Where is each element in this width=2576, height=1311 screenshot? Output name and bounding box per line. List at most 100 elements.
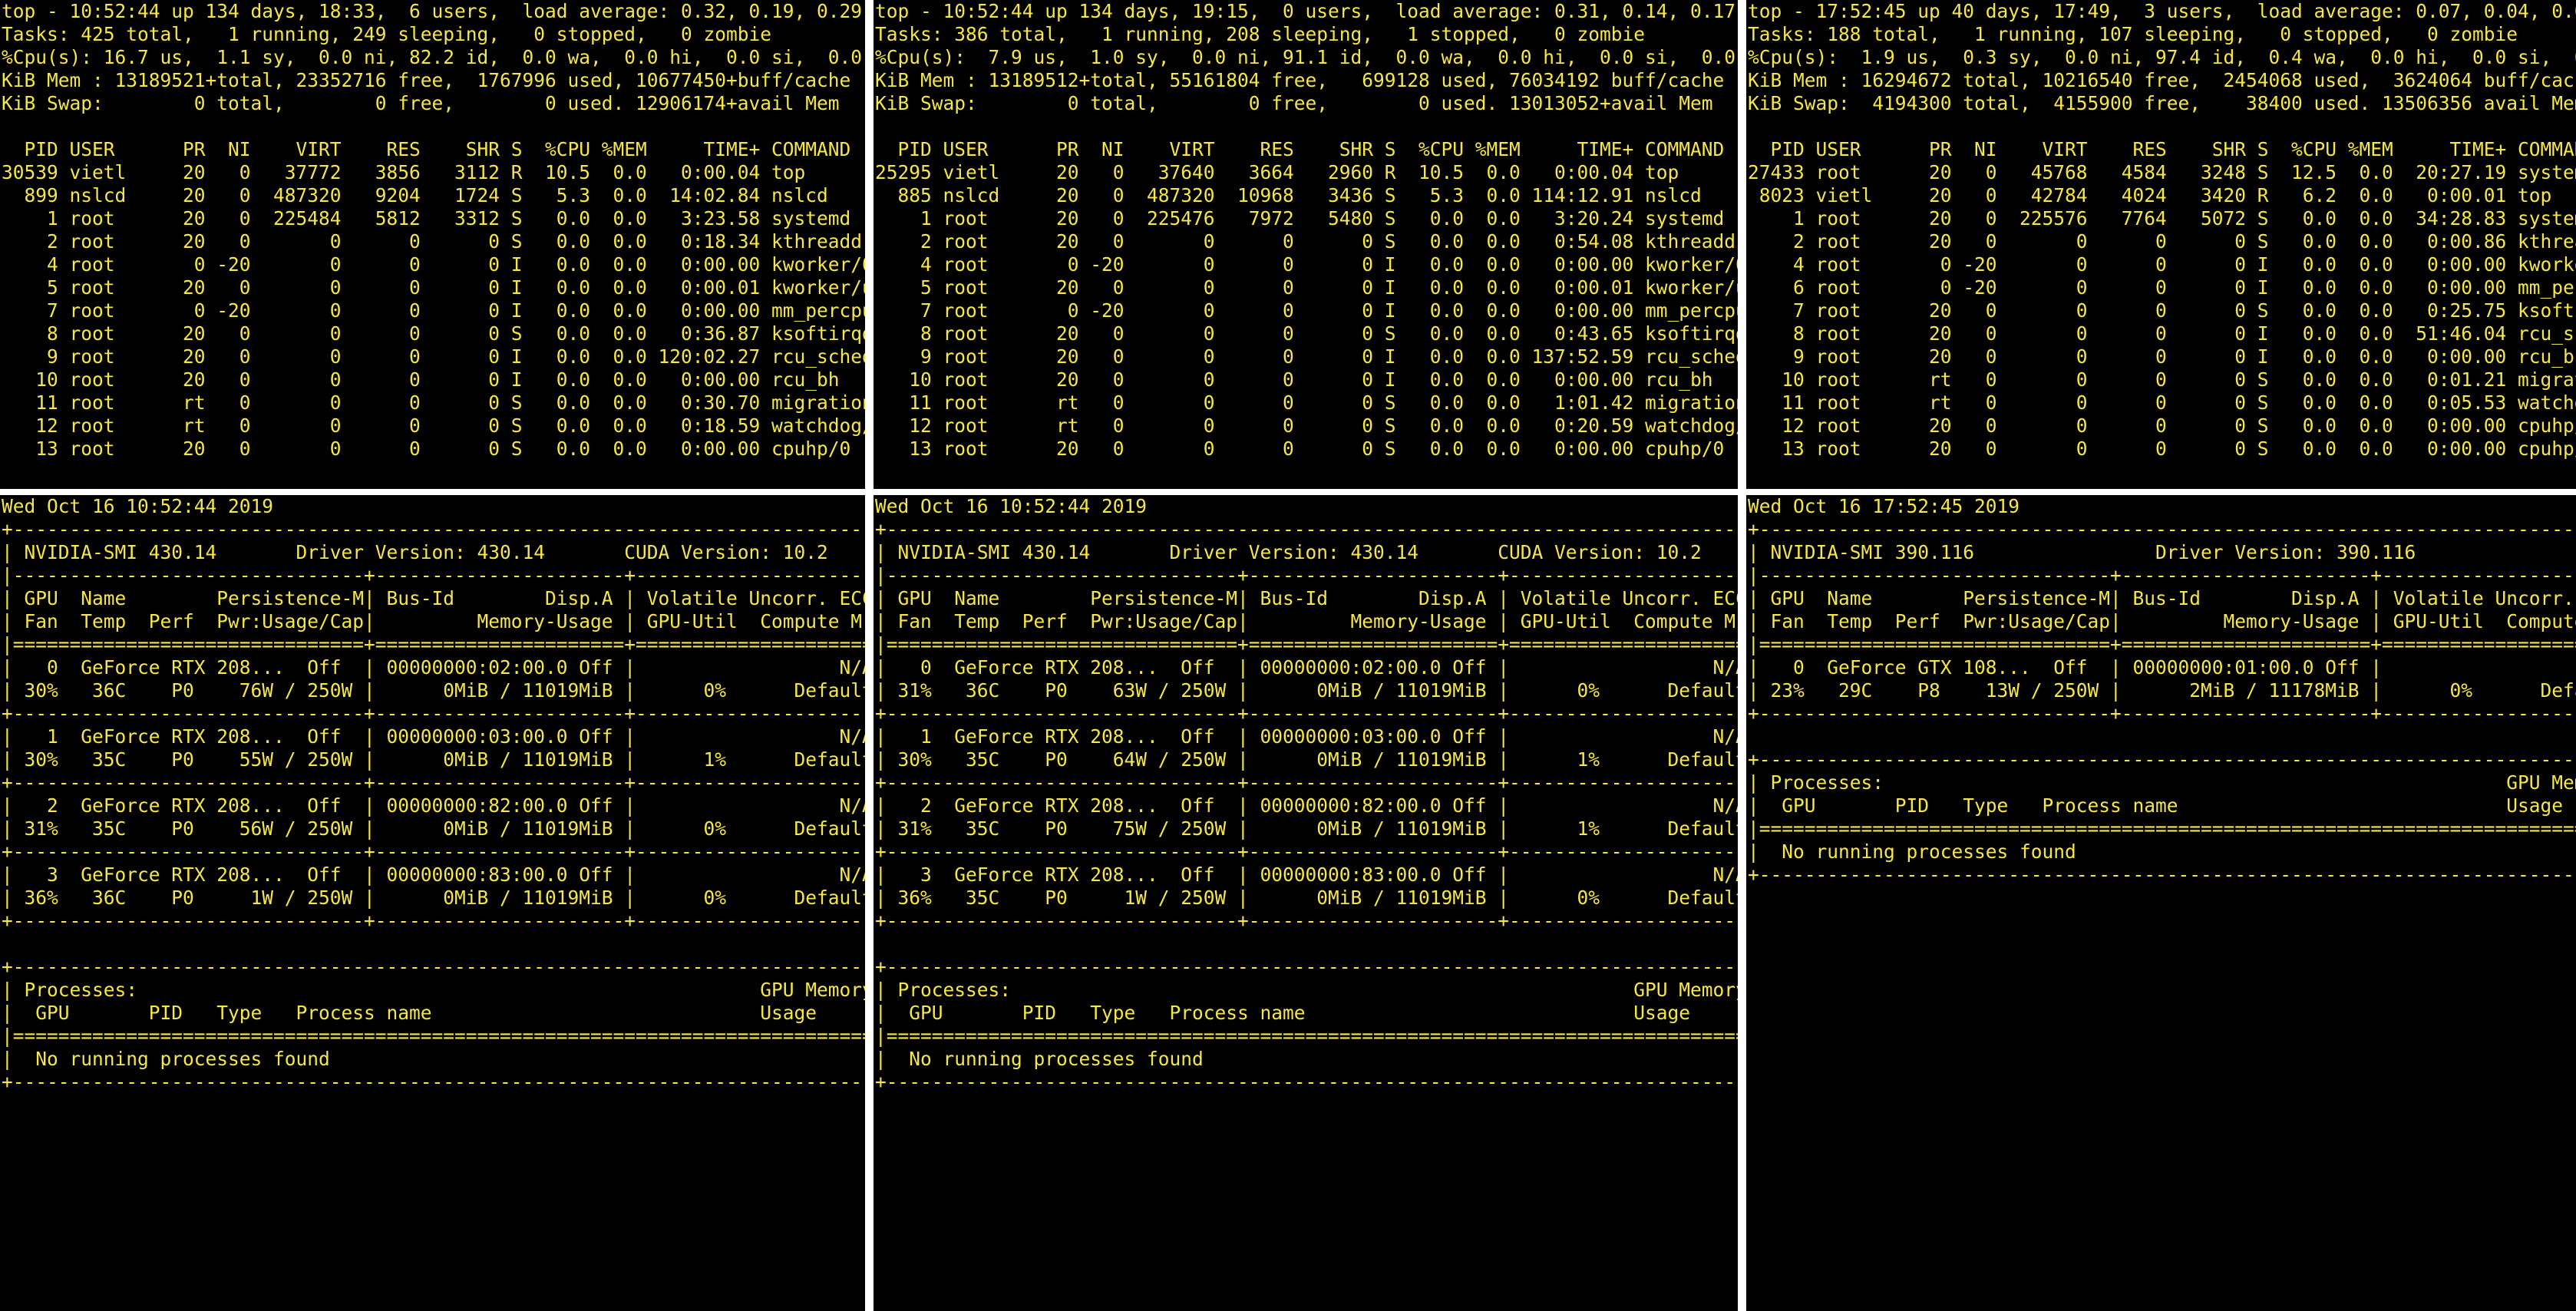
terminal-line: Tasks: 386 total, 1 running, 208 sleepin…: [875, 23, 1646, 45]
terminal-line: 11 root rt 0 0 0 0 S 0.0 0.0 0:05.53 wat…: [1748, 391, 2576, 414]
terminal-line: |===============================+=======…: [2, 633, 865, 656]
terminal-line: +-------------------------------+-------…: [875, 771, 1738, 794]
terminal-line: +---------------------------------------…: [875, 1071, 1738, 1093]
terminal-line: | Processes: GPU Memory |: [2, 979, 865, 1001]
terminal-line: +---------------------------------------…: [2, 956, 865, 978]
terminal-pane-nvidia-smi-1[interactable]: Wed Oct 16 10:52:44 2019 +---------------…: [0, 495, 865, 1311]
terminal-line: |-------------------------------+-------…: [875, 564, 1738, 586]
terminal-line: 30539 vietl 20 0 37772 3856 3112 R 10.5 …: [2, 161, 806, 183]
terminal-line: | GPU Name Persistence-M| Bus-Id Disp.A …: [875, 587, 1738, 609]
terminal-line: 4 root 0 -20 0 0 0 I 0.0 0.0 0:00.00 kwo…: [875, 253, 1738, 276]
terminal-line: | 30% 36C P0 76W / 250W | 0MiB / 11019Mi…: [2, 679, 865, 702]
terminal-line: | 1 GeForce RTX 208... Off | 00000000:03…: [2, 725, 865, 748]
terminal-line: 4 root 0 -20 0 0 0 I 0.0 0.0 0:00.00 kwo…: [2, 253, 865, 276]
terminal-line: | GPU PID Type Process name Usage |: [875, 1002, 1738, 1024]
terminal-line: 13 root 20 0 0 0 0 S 0.0 0.0 0:00.00 cpu…: [1748, 438, 2576, 460]
terminal-line: +---------------------------------------…: [875, 518, 1738, 540]
terminal-line: 2 root 20 0 0 0 0 S 0.0 0.0 0:18.34 kthr…: [2, 230, 863, 253]
terminal-line: | 31% 35C P0 56W / 250W | 0MiB / 11019Mi…: [2, 817, 865, 840]
terminal-line: 7 root 20 0 0 0 0 S 0.0 0.0 0:25.75 ksof…: [1748, 299, 2576, 322]
terminal-line: +-------------------------------+-------…: [875, 910, 1738, 932]
terminal-line: +-------------------------------+-------…: [875, 702, 1738, 725]
terminal-line: | Fan Temp Perf Pwr:Usage/Cap| Memory-Us…: [2, 610, 865, 632]
terminal-line: | GPU Name Persistence-M| Bus-Id Disp.A …: [1748, 587, 2576, 609]
terminal-line: 13 root 20 0 0 0 0 S 0.0 0.0 0:00.00 cpu…: [2, 438, 851, 460]
terminal-line: %Cpu(s): 16.7 us, 1.1 sy, 0.0 ni, 82.2 i…: [2, 46, 865, 68]
terminal-line: 7 root 0 -20 0 0 0 I 0.0 0.0 0:00.00 mm_…: [2, 299, 865, 322]
terminal-line: | 2 GeForce RTX 208... Off | 00000000:82…: [875, 794, 1738, 817]
terminal-line: | 3 GeForce RTX 208... Off | 00000000:83…: [875, 864, 1738, 886]
terminal-line: | 30% 35C P0 64W / 250W | 0MiB / 11019Mi…: [875, 748, 1738, 771]
terminal-line: 7 root 0 -20 0 0 0 I 0.0 0.0 0:00.00 mm_…: [875, 299, 1738, 322]
terminal-line: Tasks: 425 total, 1 running, 249 sleepin…: [2, 23, 772, 45]
terminal-line: 9 root 20 0 0 0 0 I 0.0 0.0 0:00.00 rcu_…: [1748, 345, 2576, 368]
terminal-line: KiB Mem : 13189512+total, 55161804 free,…: [875, 69, 1725, 91]
terminal-line: 2 root 20 0 0 0 0 S 0.0 0.0 0:00.86 kthr…: [1748, 230, 2576, 253]
terminal-pane-top-1[interactable]: top - 10:52:44 up 134 days, 18:33, 6 use…: [0, 0, 865, 489]
terminal-line: | Processes: GPU Memory |: [1748, 771, 2576, 794]
terminal-line: 12 root rt 0 0 0 0 S 0.0 0.0 0:20.59 wat…: [875, 414, 1738, 437]
top-output: top - 10:52:44 up 134 days, 19:15, 0 use…: [875, 0, 1738, 461]
terminal-line: | No running processes found |: [2, 1048, 865, 1070]
terminal-line: |===============================+=======…: [875, 633, 1738, 656]
terminal-line: KiB Swap: 0 total, 0 free, 0 used. 13013…: [875, 92, 1713, 114]
terminal-line: PID USER PR NI VIRT RES SHR S %CPU %MEM …: [875, 138, 1725, 160]
terminal-line: PID USER PR NI VIRT RES SHR S %CPU %MEM …: [2, 138, 851, 160]
terminal-line: Wed Oct 16 10:52:44 2019: [875, 495, 1148, 517]
terminal-line: | GPU PID Type Process name Usage |: [2, 1002, 865, 1024]
terminal-line: Wed Oct 16 10:52:44 2019: [2, 495, 274, 517]
terminal-line: Wed Oct 16 17:52:45 2019: [1748, 495, 2020, 517]
terminal-line: %Cpu(s): 1.9 us, 0.3 sy, 0.0 ni, 97.4 id…: [1748, 46, 2576, 68]
terminal-pane-top-2[interactable]: top - 10:52:44 up 134 days, 19:15, 0 use…: [874, 0, 1738, 489]
terminal-line: | GPU PID Type Process name Usage |: [1748, 794, 2576, 817]
terminal-line: |-------------------------------+-------…: [2, 564, 865, 586]
terminal-line: | 3 GeForce RTX 208... Off | 00000000:83…: [2, 864, 865, 886]
terminal-line: KiB Mem : 16294672 total, 10216540 free,…: [1748, 69, 2576, 91]
terminal-line: | No running processes found |: [875, 1048, 1738, 1070]
terminal-line: 11 root rt 0 0 0 0 S 0.0 0.0 1:01.42 mig…: [875, 391, 1738, 414]
terminal-line: | 1 GeForce RTX 208... Off | 00000000:03…: [875, 725, 1738, 748]
terminal-line: |===============================+=======…: [1748, 633, 2576, 656]
terminal-line: 1 root 20 0 225576 7764 5072 S 0.0 0.0 3…: [1748, 207, 2576, 230]
terminal-pane-top-3[interactable]: top - 17:52:45 up 40 days, 17:49, 3 user…: [1746, 0, 2576, 489]
terminal-line: +---------------------------------------…: [2, 1071, 865, 1093]
terminal-pane-nvidia-smi-2[interactable]: Wed Oct 16 10:52:44 2019 +---------------…: [874, 495, 1738, 1311]
terminal-line: |-------------------------------+-------…: [1748, 564, 2576, 586]
top-output: top - 10:52:44 up 134 days, 18:33, 6 use…: [2, 0, 865, 461]
terminal-line: 8 root 20 0 0 0 0 S 0.0 0.0 0:36.87 ksof…: [2, 322, 865, 345]
terminal-line: 10 root 20 0 0 0 0 I 0.0 0.0 0:00.00 rcu…: [875, 368, 1713, 391]
terminal-line: 11 root rt 0 0 0 0 S 0.0 0.0 0:30.70 mig…: [2, 391, 865, 414]
terminal-line: |=======================================…: [2, 1025, 865, 1047]
terminal-line: | 0 GeForce GTX 108... Off | 00000000:01…: [1748, 656, 2576, 679]
terminal-line: +---------------------------------------…: [1748, 748, 2576, 771]
terminal-line: 885 nslcd 20 0 487320 10968 3436 S 5.3 0…: [875, 184, 1702, 206]
terminal-line: | NVIDIA-SMI 430.14 Driver Version: 430.…: [875, 541, 1738, 563]
terminal-line: KiB Mem : 13189521+total, 23352716 free,…: [2, 69, 851, 91]
terminal-pane-nvidia-smi-3[interactable]: Wed Oct 16 17:52:45 2019 +---------------…: [1746, 495, 2576, 1311]
terminal-line: PID USER PR NI VIRT RES SHR S %CPU %MEM …: [1748, 138, 2576, 160]
terminal-line: top - 17:52:45 up 40 days, 17:49, 3 user…: [1748, 0, 2576, 22]
terminal-line: +-------------------------------+-------…: [875, 840, 1738, 863]
terminal-line: +---------------------------------------…: [1748, 518, 2576, 540]
nvidia-smi-output: Wed Oct 16 17:52:45 2019 +---------------…: [1748, 495, 2576, 887]
top-output: top - 17:52:45 up 40 days, 17:49, 3 user…: [1748, 0, 2576, 461]
terminal-line: +-------------------------------+-------…: [1748, 702, 2576, 725]
terminal-line: | 23% 29C P8 13W / 250W | 2MiB / 11178Mi…: [1748, 679, 2576, 702]
terminal-line: 6 root 0 -20 0 0 0 I 0.0 0.0 0:00.00 mm_…: [1748, 276, 2576, 299]
terminal-line: 9 root 20 0 0 0 0 I 0.0 0.0 120:02.27 rc…: [2, 345, 865, 368]
terminal-line: +-------------------------------+-------…: [2, 702, 865, 725]
terminal-line: | Fan Temp Perf Pwr:Usage/Cap| Memory-Us…: [1748, 610, 2576, 632]
terminal-line: 1 root 20 0 225476 7972 5480 S 0.0 0.0 3…: [875, 207, 1725, 230]
nvidia-smi-output: Wed Oct 16 10:52:44 2019 +---------------…: [2, 495, 865, 1094]
terminal-line: 12 root 20 0 0 0 0 S 0.0 0.0 0:00.00 cpu…: [1748, 414, 2576, 437]
terminal-line: 12 root rt 0 0 0 0 S 0.0 0.0 0:18.59 wat…: [2, 414, 865, 437]
terminal-line: | 0 GeForce RTX 208... Off | 00000000:02…: [875, 656, 1738, 679]
terminal-line: | GPU Name Persistence-M| Bus-Id Disp.A …: [2, 587, 865, 609]
terminal-line: 8023 vietl 20 0 42784 4024 3420 R 6.2 0.…: [1748, 184, 2552, 206]
terminal-line: | 36% 36C P0 1W / 250W | 0MiB / 11019MiB…: [2, 887, 865, 909]
terminal-line: KiB Swap: 4194300 total, 4155900 free, 3…: [1748, 92, 2576, 114]
